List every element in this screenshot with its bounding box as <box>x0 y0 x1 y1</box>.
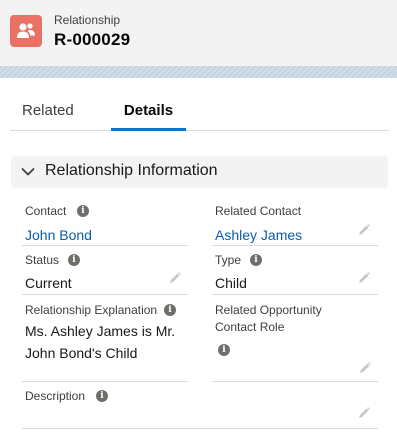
chevron-down-icon <box>21 168 35 176</box>
relationship-icon <box>10 15 42 47</box>
pencil-icon[interactable] <box>357 271 371 285</box>
pencil-icon[interactable] <box>357 223 371 237</box>
pencil-icon[interactable] <box>357 406 371 420</box>
object-label: Relationship <box>54 13 121 27</box>
status-value: Current <box>25 275 72 291</box>
field-relationship-explanation: Relationship Explanation i Ms. Ashley Ja… <box>22 302 188 382</box>
field-type: Type i Child <box>212 252 378 295</box>
field-label: Relationship Explanation <box>25 303 158 317</box>
field-label: Status <box>25 253 60 267</box>
pencil-icon[interactable] <box>358 361 372 375</box>
contact-link[interactable]: John Bond <box>25 224 92 246</box>
info-icon[interactable]: i <box>164 304 176 316</box>
section-title: Relationship Information <box>45 162 218 179</box>
record-header: Relationship R-000029 <box>0 0 397 66</box>
tab-bar: Related Details <box>10 100 389 131</box>
type-value: Child <box>215 275 247 291</box>
explanation-value-line2: John Bond's Child <box>25 345 138 361</box>
field-status: Status i Current <box>22 252 188 295</box>
info-icon[interactable]: i <box>96 390 108 402</box>
info-icon[interactable]: i <box>250 254 262 266</box>
header-decorative-band <box>0 66 397 78</box>
field-description: Description i <box>22 388 378 429</box>
tab-related[interactable]: Related <box>22 100 74 130</box>
related-contact-link[interactable]: Ashley James <box>215 224 302 246</box>
field-label: Related Opportunity <box>215 303 322 317</box>
field-label: Description <box>25 389 86 403</box>
field-label: Contact Role <box>215 320 285 334</box>
field-label: Type <box>215 253 242 267</box>
section-header-relationship-information[interactable]: Relationship Information <box>11 156 388 188</box>
field-contact: Contact i John Bond <box>22 203 188 246</box>
explanation-value-line1: Ms. Ashley James is Mr. <box>25 323 176 339</box>
record-name: R-000029 <box>54 30 131 49</box>
info-icon[interactable]: i <box>77 205 89 217</box>
pencil-icon[interactable] <box>168 271 182 285</box>
field-label: Related Contact <box>215 204 302 218</box>
tab-details[interactable]: Details <box>111 100 186 131</box>
info-icon[interactable]: i <box>218 344 230 356</box>
field-label: Contact <box>25 204 67 218</box>
field-related-opportunity-contact-role: Related Opportunity Contact Role i <box>212 302 378 382</box>
info-icon[interactable]: i <box>68 254 80 266</box>
field-related-contact: Related Contact Ashley James <box>212 203 378 246</box>
